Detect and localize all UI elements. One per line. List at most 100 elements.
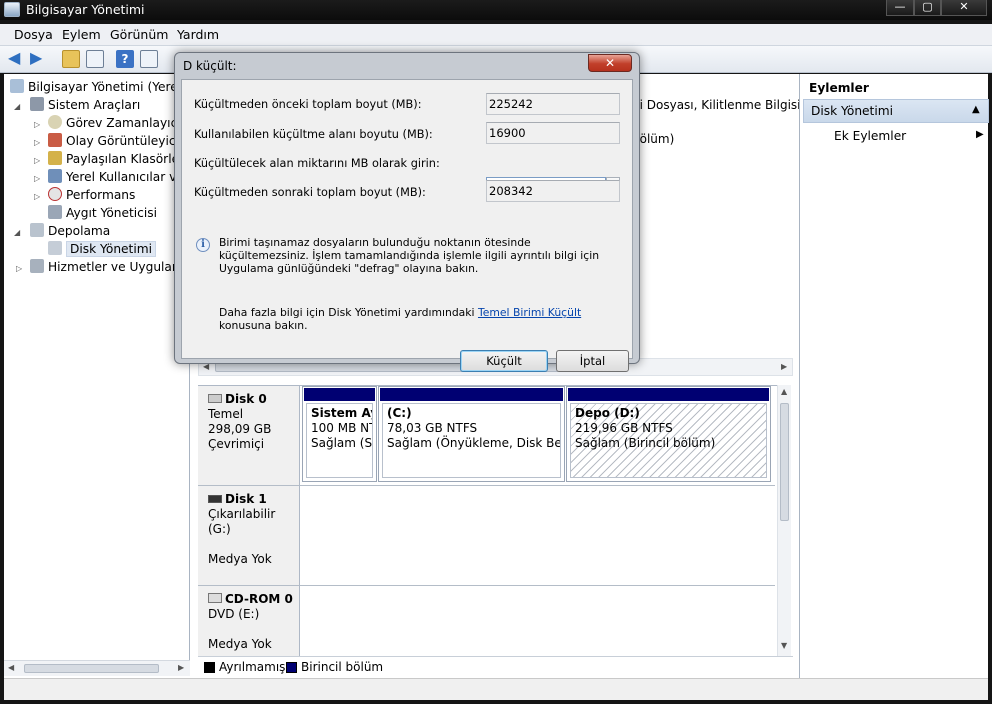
collapse-arrow-icon[interactable]: ▷ xyxy=(34,138,40,147)
forward-arrow-icon[interactable]: ▶ xyxy=(30,50,48,68)
tree-item-event-viewer[interactable]: Olay Görüntüleyicisi xyxy=(48,132,189,150)
help-icon[interactable]: ? xyxy=(116,50,134,68)
tools-icon xyxy=(30,97,44,111)
clock-icon xyxy=(48,115,62,129)
disk-0-label[interactable]: Disk 0 Temel 298,09 GB Çevrimiçi xyxy=(198,386,300,486)
up-folder-icon[interactable] xyxy=(62,50,80,68)
scroll-up-icon[interactable]: ▲ xyxy=(781,387,787,396)
menu-file[interactable]: Dosya xyxy=(14,27,53,42)
device-manager-icon xyxy=(48,205,62,219)
total-before-value: 225242 xyxy=(486,93,620,115)
status-bar xyxy=(4,678,988,700)
menu-help[interactable]: Yardım xyxy=(177,27,219,42)
scroll-thumb[interactable] xyxy=(780,403,789,521)
expand-arrow-icon[interactable]: ◢ xyxy=(14,228,20,237)
disk-map: Disk 0 Temel 298,09 GB Çevrimiçi Sistem … xyxy=(198,385,791,657)
menu-bar: Dosya Eylem Görünüm Yardım xyxy=(0,24,992,46)
actions-section-disk-management[interactable]: Disk Yönetimi ▲ xyxy=(803,99,989,123)
primary-partition-bar xyxy=(568,388,769,401)
shrink-button[interactable]: Küçült xyxy=(460,350,548,372)
minimize-button[interactable]: — xyxy=(886,0,914,16)
computer-icon xyxy=(10,79,24,93)
console-tree: Bilgisayar Yönetimi (Yerel) ◢ Sistem Ara… xyxy=(4,74,207,676)
tree-horizontal-scrollbar[interactable]: ◀ ▶ xyxy=(4,660,190,676)
collapse-arrow-icon[interactable]: ▷ xyxy=(34,120,40,129)
volume-list-cell: ği Dosyası, Kilitlenme Bilgisi, I xyxy=(632,98,812,112)
help-text: Daha fazla bilgi için Disk Yönetimi yard… xyxy=(219,306,582,332)
show-hide-tree-icon[interactable] xyxy=(86,50,104,68)
scroll-right-icon[interactable]: ▶ xyxy=(178,663,184,672)
total-after-value: 208342 xyxy=(486,180,620,202)
scroll-right-icon[interactable]: ▶ xyxy=(781,362,787,371)
scroll-thumb[interactable] xyxy=(24,664,159,673)
services-icon xyxy=(30,259,44,273)
scroll-down-icon[interactable]: ▼ xyxy=(781,641,787,650)
removable-disk-icon xyxy=(208,495,222,503)
partition-system-reserved[interactable]: Sistem Ayrı100 MB NTFSağlam (Sis xyxy=(302,386,377,482)
tree-item-local-users[interactable]: Yerel Kullanıcılar ve xyxy=(48,168,184,186)
partition-c[interactable]: (C:) 78,03 GB NTFS Sağlam (Önyükleme, Disk… xyxy=(378,386,565,482)
close-button[interactable]: ✕ xyxy=(941,0,987,16)
tree-item-storage[interactable]: Depolama xyxy=(30,222,110,240)
dialog-close-button[interactable]: ✕ xyxy=(588,54,632,72)
cdrom-0-area xyxy=(300,586,775,657)
disk-1-label[interactable]: Disk 1 Çıkarılabilir (G:) Medya Yok xyxy=(198,486,300,586)
disk-0-partitions: Sistem Ayrı100 MB NTFSağlam (Sis (C:)78,… xyxy=(300,386,775,486)
performance-icon xyxy=(48,187,62,201)
dialog-body: Küçültmeden önceki toplam boyut (MB): 22… xyxy=(181,79,633,372)
legend-unallocated: Ayrılmamış xyxy=(219,660,286,674)
maximize-button[interactable]: ▢ xyxy=(914,0,941,16)
cd-drive-icon xyxy=(208,593,222,603)
cdrom-0-label[interactable]: CD-ROM 0 DVD (E:) Medya Yok xyxy=(198,586,300,657)
partition-d-selected[interactable]: Depo (D:) 219,96 GB NTFS Sağlam (Birincil … xyxy=(566,386,771,482)
dialog-title: D küçült: xyxy=(183,59,237,73)
primary-partition-bar xyxy=(304,388,375,401)
tree-item-device-manager[interactable]: Aygıt Yöneticisi xyxy=(48,204,157,222)
total-before-label: Küçültmeden önceki toplam boyut (MB): xyxy=(194,98,422,111)
shrink-amount-label: Küçültülecek alan miktarını MB olarak gi… xyxy=(194,157,440,170)
scroll-left-icon[interactable]: ◀ xyxy=(8,663,14,672)
disk-map-vertical-scrollbar[interactable]: ▲ ▼ xyxy=(777,385,791,656)
disk-1-area xyxy=(300,486,775,586)
primary-partition-swatch xyxy=(286,662,297,673)
shrink-dialog: D küçült: ✕ Küçültmeden önceki toplam bo… xyxy=(174,52,640,372)
computer-management-icon xyxy=(4,2,20,17)
actions-pane: Eylemler Disk Yönetimi ▲ Ek Eylemler ▶ xyxy=(799,74,989,678)
hard-disk-icon xyxy=(208,394,222,403)
disk-management-icon xyxy=(48,241,62,255)
tree-item-disk-management[interactable]: Disk Yönetimi xyxy=(48,240,156,258)
back-arrow-icon[interactable]: ◀ xyxy=(8,50,26,68)
window-title: Bilgisayar Yönetimi xyxy=(26,2,145,17)
tree-item-root[interactable]: Bilgisayar Yönetimi (Yerel) xyxy=(10,78,186,96)
cancel-button[interactable]: İptal xyxy=(556,350,629,372)
show-hide-actions-icon[interactable] xyxy=(140,50,158,68)
menu-action[interactable]: Eylem xyxy=(62,27,101,42)
tree-item-task-scheduler[interactable]: Görev Zamanlayıcı xyxy=(48,114,181,132)
expand-arrow-icon[interactable]: ◢ xyxy=(14,102,20,111)
legend: Ayrılmamış Birincil bölüm xyxy=(198,656,793,676)
menu-view[interactable]: Görünüm xyxy=(110,27,168,42)
tree-item-shared-folders[interactable]: Paylaşılan Klasörler xyxy=(48,150,184,168)
title-bar: Bilgisayar Yönetimi — ▢ ✕ xyxy=(0,0,992,20)
actions-header: Eylemler xyxy=(809,81,869,95)
unallocated-swatch xyxy=(204,662,215,673)
event-viewer-icon xyxy=(48,133,62,147)
collapse-arrow-icon[interactable]: ▷ xyxy=(34,192,40,201)
tree-item-performance[interactable]: Performans xyxy=(48,186,135,204)
tree-item-system-tools[interactable]: Sistem Araçları xyxy=(30,96,140,114)
submenu-arrow-icon: ▶ xyxy=(976,129,984,140)
action-more-actions[interactable]: Ek Eylemler ▶ xyxy=(834,129,984,143)
collapse-arrow-icon[interactable]: ▷ xyxy=(34,174,40,183)
legend-primary: Birincil bölüm xyxy=(301,660,384,674)
available-shrink-label: Kullanılabilen küçültme alanı boyutu (MB… xyxy=(194,128,433,141)
storage-icon xyxy=(30,223,44,237)
info-text: Birimi taşınamaz dosyaların bulunduğu no… xyxy=(219,236,600,275)
users-icon xyxy=(48,169,62,183)
collapse-arrow-icon[interactable]: ▷ xyxy=(16,264,22,273)
total-after-label: Küçültmeden sonraki toplam boyut (MB): xyxy=(194,186,426,199)
available-shrink-value: 16900 xyxy=(486,122,620,144)
info-icon: i xyxy=(196,238,210,252)
collapse-arrow-icon[interactable]: ▷ xyxy=(34,156,40,165)
help-link[interactable]: Temel Birimi Küçült xyxy=(478,306,581,319)
collapse-up-icon[interactable]: ▲ xyxy=(972,104,980,115)
